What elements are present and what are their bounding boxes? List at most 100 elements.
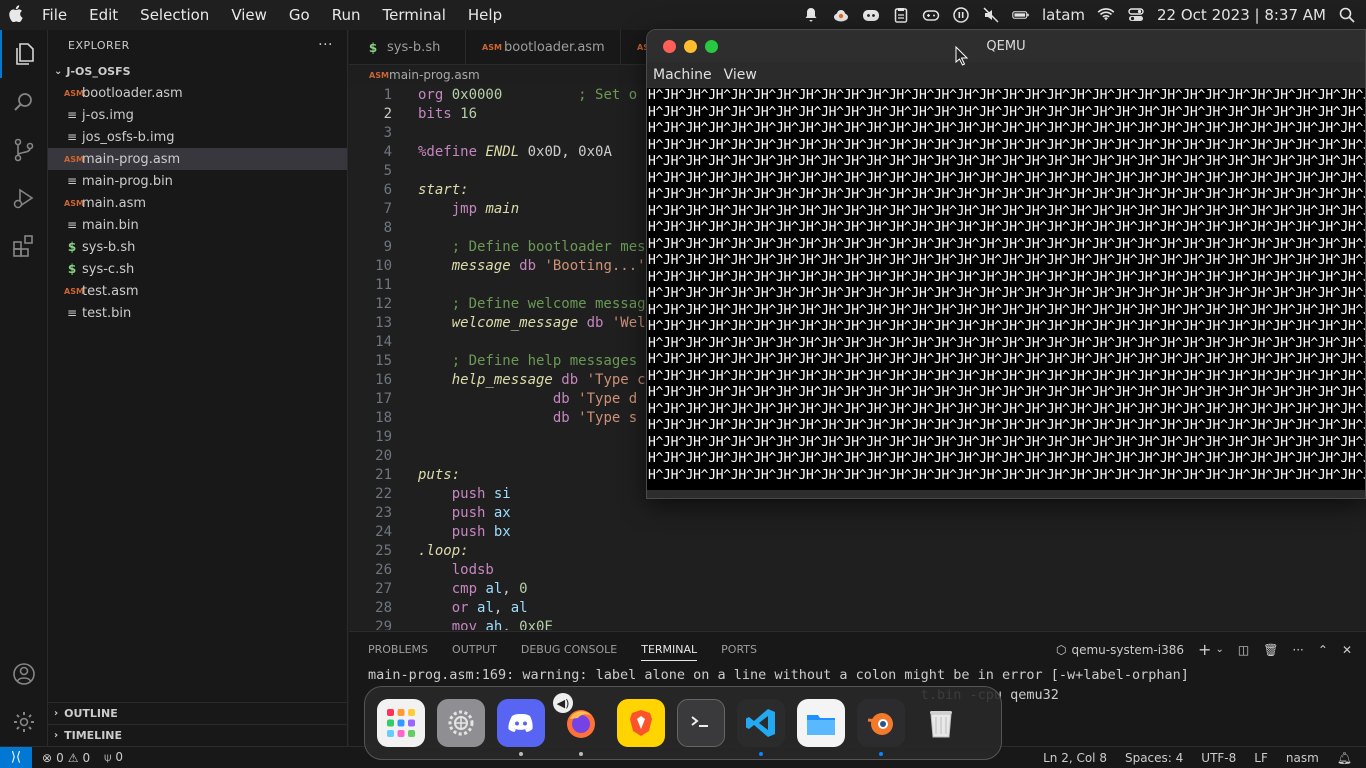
terminal-instance[interactable]: ⬡ qemu-system-i386	[1056, 643, 1184, 657]
settings-icon[interactable]	[437, 699, 485, 747]
tab-problems[interactable]: PROBLEMS	[368, 639, 428, 660]
menu-terminal[interactable]: Terminal	[375, 6, 454, 24]
file-item[interactable]: ASM bootloader.asm	[48, 82, 347, 104]
encoding[interactable]: UTF-8	[1201, 751, 1236, 765]
brave-icon[interactable]	[617, 699, 665, 747]
file-item[interactable]: ≡ jos_osfs-b.img	[48, 126, 347, 148]
file-item[interactable]: $ sys-c.sh	[48, 258, 347, 280]
bell-icon[interactable]	[802, 6, 820, 24]
code-line[interactable]: 24 push bx	[349, 522, 1366, 541]
run-debug-icon[interactable]	[0, 174, 48, 222]
menu-edit[interactable]: Edit	[81, 6, 126, 24]
tab-terminal[interactable]: TERMINAL	[641, 639, 698, 661]
menu-run[interactable]: Run	[324, 6, 369, 24]
breadcrumb[interactable]: ASM main-prog.asm	[349, 65, 480, 85]
code-token: push	[451, 504, 494, 521]
clipboard-icon[interactable]	[892, 6, 910, 24]
tab-output[interactable]: OUTPUT	[452, 639, 497, 660]
menu-view[interactable]: View	[223, 6, 275, 24]
gamepad-icon[interactable]	[922, 6, 940, 24]
trash-icon[interactable]	[917, 699, 965, 747]
file-item[interactable]: ≡ main-prog.bin	[48, 170, 347, 192]
explorer-icon[interactable]	[0, 30, 48, 78]
close-window-button[interactable]	[663, 39, 676, 53]
firefox-icon[interactable]: ◀)	[553, 693, 605, 756]
code-line[interactable]: 28 or al, al	[349, 598, 1366, 617]
file-item[interactable]: ASM test.asm	[48, 280, 347, 302]
panel-actions: ⬡ qemu-system-i386 + ⌄ ◫ 🗑 ··· ⌃ ✕	[1056, 640, 1352, 659]
new-terminal-icon[interactable]: +	[1198, 640, 1211, 659]
file-item[interactable]: ≡ main.bin	[48, 214, 347, 236]
wifi-icon[interactable]	[1097, 6, 1115, 24]
outline-section[interactable]: › OUTLINE	[48, 702, 348, 724]
menu-go[interactable]: Go	[281, 6, 318, 24]
vm-display[interactable]: H^JH^JH^JH^JH^JH^JH^JH^JH^JH^JH^JH^JH^JH…	[647, 88, 1365, 490]
qemu-titlebar[interactable]: QEMU	[647, 30, 1365, 66]
breadcrumb-file[interactable]: main-prog.asm	[389, 68, 480, 82]
code-line[interactable]: 29 mov ah, 0x0E	[349, 617, 1366, 631]
file-item[interactable]: ≡ j-os.img	[48, 104, 347, 126]
explorer-more-button[interactable]: ···	[318, 37, 333, 53]
code-line[interactable]: 26 lodsb	[349, 560, 1366, 579]
tab-ports[interactable]: PORTS	[721, 639, 757, 660]
pause-icon[interactable]	[952, 6, 970, 24]
qemu-window[interactable]: QEMU Machine View H^JH^JH^JH^JH^JH^JH^JH…	[646, 29, 1366, 499]
split-terminal-icon[interactable]: ◫	[1238, 643, 1249, 657]
blender-icon[interactable]	[857, 699, 905, 756]
tab-bootloader-asm[interactable]: ASM bootloader.asm	[466, 30, 621, 65]
tab-debug-console[interactable]: DEBUG CONSOLE	[521, 639, 617, 660]
file-item[interactable]: ASM main.asm	[48, 192, 347, 214]
vscode-icon[interactable]	[737, 699, 785, 756]
explorer-title: EXPLORER	[68, 38, 130, 52]
terminal-icon[interactable]	[677, 699, 725, 747]
accounts-icon[interactable]	[0, 650, 48, 698]
file-item[interactable]: $ sys-b.sh	[48, 236, 347, 258]
ports-status[interactable]: ⍦ 0	[104, 750, 123, 765]
menu-file[interactable]: File	[34, 6, 75, 24]
code-line[interactable]: 23 push ax	[349, 503, 1366, 522]
problems-status[interactable]: ⊗ 0 ⚠ 0	[42, 751, 90, 765]
code-line[interactable]: 27 cmp al, 0	[349, 579, 1366, 598]
menu-selection[interactable]: Selection	[132, 6, 217, 24]
spotlight-search-icon[interactable]	[1338, 6, 1356, 24]
apple-icon[interactable]	[0, 4, 34, 26]
more-actions-icon[interactable]: ···	[1292, 643, 1303, 657]
file-item[interactable]: ≡ test.bin	[48, 302, 347, 324]
battery-icon[interactable]	[1012, 6, 1030, 24]
cloud-icon[interactable]	[832, 6, 850, 24]
remote-icon[interactable]: ⟩⟨	[0, 746, 32, 768]
code-text: ; Define bootloader mes	[392, 239, 646, 255]
trash-icon[interactable]: 🗑	[1263, 643, 1278, 657]
close-panel-icon[interactable]: ✕	[1342, 643, 1352, 657]
search-icon[interactable]	[0, 78, 48, 126]
maximize-panel-icon[interactable]: ⌃	[1318, 643, 1328, 657]
discord-icon[interactable]	[497, 699, 545, 756]
discord-tray-icon[interactable]	[862, 6, 880, 24]
chevron-down-icon[interactable]: ⌄	[1215, 644, 1223, 655]
menu-help[interactable]: Help	[460, 6, 510, 24]
workspace-folder[interactable]: ⌄ J-OS_OSFS	[48, 60, 347, 82]
manage-gear-icon[interactable]	[0, 698, 48, 746]
timeline-section[interactable]: › TIMELINE	[48, 724, 348, 746]
files-icon[interactable]	[797, 699, 845, 747]
control-center-icon[interactable]	[1127, 6, 1145, 24]
qemu-menu-view[interactable]: View	[724, 67, 757, 83]
extensions-icon[interactable]	[0, 222, 48, 270]
tab-sys-b-sh[interactable]: $ sys-b.sh	[349, 30, 466, 65]
zoom-window-button[interactable]	[705, 39, 718, 53]
indentation[interactable]: Spaces: 4	[1125, 751, 1183, 765]
notifications-bell-icon[interactable]: 🔔︎	[1337, 751, 1352, 765]
language-mode[interactable]: nasm	[1286, 751, 1319, 765]
minimize-window-button[interactable]	[684, 39, 697, 53]
source-control-icon[interactable]	[0, 126, 48, 174]
clock[interactable]: 22 Oct 2023 | 8:37 AM	[1157, 6, 1326, 24]
code-line[interactable]: 25 .loop:	[349, 541, 1366, 560]
cursor-position[interactable]: Ln 2, Col 8	[1043, 751, 1107, 765]
file-item[interactable]: ASM main-prog.asm	[48, 148, 347, 170]
input-source-label[interactable]: latam	[1042, 6, 1085, 24]
file-name: sys-b.sh	[82, 239, 136, 255]
line-ending[interactable]: LF	[1254, 751, 1268, 765]
launchpad-icon[interactable]	[377, 699, 425, 747]
qemu-menu-machine[interactable]: Machine	[653, 67, 712, 83]
mute-icon[interactable]	[982, 6, 1000, 24]
